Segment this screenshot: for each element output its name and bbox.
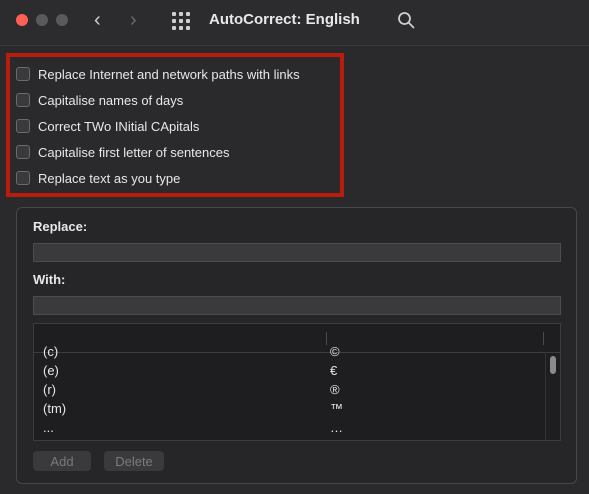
table-row[interactable]: (r) ® <box>34 382 544 401</box>
option-capitalise-days[interactable]: Capitalise names of days <box>16 91 183 109</box>
with-label: With: <box>33 272 66 287</box>
replace-cell: (tm) <box>43 401 67 416</box>
table-row[interactable]: (e) € <box>34 363 544 382</box>
replace-cell: ... <box>43 420 54 435</box>
with-cell: ™ <box>330 401 343 416</box>
replace-cell: (r) <box>43 382 56 397</box>
checkbox[interactable] <box>16 145 30 159</box>
option-capitalise-sentences[interactable]: Capitalise first letter of sentences <box>16 143 229 161</box>
option-replace-links[interactable]: Replace Internet and network paths with … <box>16 65 300 83</box>
with-cell: © <box>330 344 340 359</box>
minimize-icon[interactable] <box>36 14 48 26</box>
delete-button[interactable]: Delete <box>104 451 164 471</box>
option-label: Replace text as you type <box>38 170 181 186</box>
replace-input[interactable] <box>33 243 561 262</box>
title-bar: ‹ › AutoCorrect: English <box>0 0 589 46</box>
add-button[interactable]: Add <box>33 451 91 471</box>
replace-label: Replace: <box>33 219 88 234</box>
checkbox[interactable] <box>16 93 30 107</box>
table-row[interactable]: (tm) ™ <box>34 401 544 420</box>
option-label: Capitalise first letter of sentences <box>38 144 230 160</box>
with-cell: … <box>330 420 343 435</box>
scrollbar-thumb[interactable] <box>550 356 556 374</box>
replace-cell: (c) <box>43 344 59 359</box>
checkbox[interactable] <box>16 67 30 81</box>
option-correct-two-initial-capitals[interactable]: Correct TWo INitial CApitals <box>16 117 199 135</box>
checkbox[interactable] <box>16 171 30 185</box>
chevron-right-icon[interactable]: › <box>130 10 137 30</box>
option-label: Correct TWo INitial CApitals <box>38 118 200 134</box>
table-row[interactable]: ... … <box>34 420 544 439</box>
with-cell: ® <box>330 382 340 397</box>
grid-icon[interactable] <box>172 12 190 30</box>
table-row[interactable]: (c) © <box>34 344 544 363</box>
with-cell: € <box>330 363 338 378</box>
replace-cell: (e) <box>43 363 59 378</box>
window-title: AutoCorrect: English <box>209 11 360 28</box>
option-label: Replace Internet and network paths with … <box>38 66 300 82</box>
zoom-icon[interactable] <box>56 14 68 26</box>
close-icon[interactable] <box>16 14 28 26</box>
search-icon[interactable] <box>397 11 415 29</box>
replacement-table: (c) © (e) € (r) ® (tm) ™ ... … <box>33 323 561 441</box>
option-replace-text[interactable]: Replace text as you type <box>16 169 180 187</box>
with-input[interactable] <box>33 296 561 315</box>
chevron-left-icon[interactable]: ‹ <box>94 10 101 30</box>
option-label: Capitalise names of days <box>38 92 184 108</box>
checkbox[interactable] <box>16 119 30 133</box>
replacement-panel: Replace: With: (c) © (e) € (r) ® (tm) ™ … <box>16 207 577 484</box>
